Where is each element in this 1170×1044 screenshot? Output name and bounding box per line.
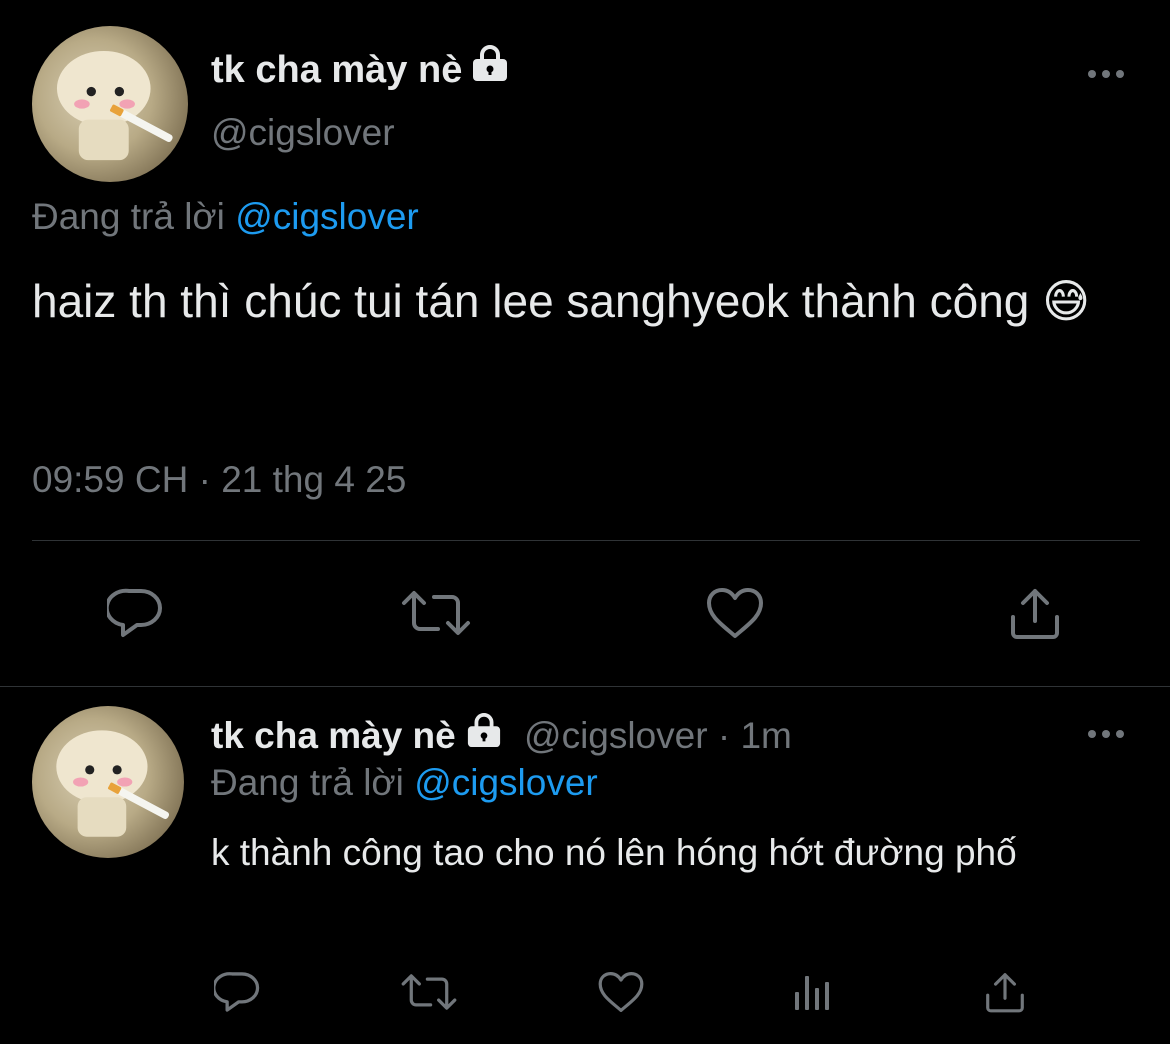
reply-header: tk cha mày nè @cigslover · 1m: [211, 712, 792, 759]
display-name[interactable]: tk cha mày nè: [211, 715, 456, 756]
replying-prefix: Đang trả lời: [32, 196, 225, 237]
reply-button[interactable]: [210, 966, 264, 1018]
like-button[interactable]: [700, 583, 770, 643]
display-name-text: tk cha mày nè: [211, 49, 463, 91]
separator: ·: [717, 715, 731, 756]
replying-to: Đang trả lời @cigslover: [32, 194, 419, 240]
tweet-age[interactable]: 1m: [740, 715, 791, 756]
replying-mention-link[interactable]: @cigslover: [414, 762, 598, 803]
retweet-icon: [401, 974, 457, 1010]
reply-button[interactable]: [100, 583, 170, 643]
share-button[interactable]: [1000, 583, 1070, 643]
views-icon: [795, 976, 829, 1010]
share-icon: [1011, 589, 1059, 639]
timestamp[interactable]: 09:59 CH · 21 thg 4 25: [32, 456, 406, 504]
like-icon: [598, 972, 644, 1012]
share-icon: [986, 973, 1024, 1013]
avatar[interactable]: [32, 706, 184, 858]
retweet-button[interactable]: [398, 583, 474, 643]
retweet-button[interactable]: [398, 966, 460, 1018]
more-options-icon[interactable]: [1086, 724, 1126, 744]
replying-prefix: Đang trả lời: [211, 762, 404, 803]
avatar[interactable]: [32, 26, 188, 182]
handle[interactable]: @cigslover: [524, 715, 708, 756]
replying-to: Đang trả lời @cigslover: [211, 760, 598, 806]
share-button[interactable]: [978, 966, 1032, 1018]
like-icon: [707, 588, 763, 638]
display-name[interactable]: tk cha mày nè: [211, 44, 510, 93]
views-button[interactable]: [786, 966, 840, 1018]
handle[interactable]: @cigslover: [211, 110, 395, 156]
avatar-image: [56, 50, 173, 161]
lock-icon: [470, 44, 510, 93]
reply-icon: [214, 972, 260, 1012]
more-options-icon[interactable]: [1086, 64, 1126, 84]
like-button[interactable]: [594, 966, 648, 1018]
tweet-separator: [0, 686, 1170, 687]
avatar-image: [56, 730, 170, 837]
tweet-text: k thành công tao cho nó lên hóng hớt đườ…: [211, 832, 1017, 873]
retweet-icon: [402, 591, 470, 635]
divider: [32, 540, 1140, 541]
replying-mention-link[interactable]: @cigslover: [235, 196, 419, 237]
lock-icon: [464, 712, 504, 759]
reply-icon: [107, 588, 162, 637]
tweet-text: haiz th thì chúc tui tán lee sanghyeok t…: [32, 275, 1091, 327]
